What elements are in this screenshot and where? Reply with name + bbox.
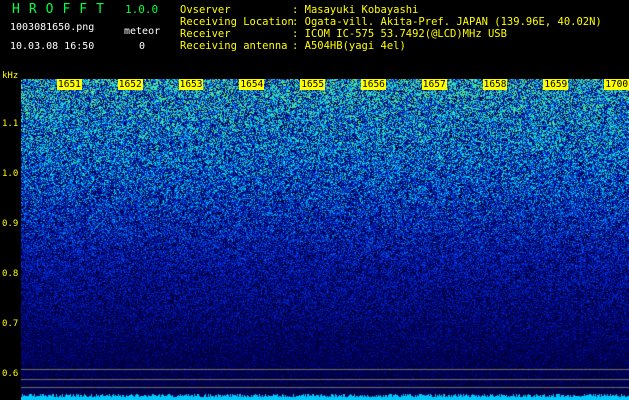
meteor-label: meteor: [124, 26, 161, 37]
spectrogram-canvas: [21, 79, 629, 400]
frequency-tick-label: 0.9: [2, 219, 19, 229]
location-value: : Ogata-vill. Akita-Pref. JAPAN (139.96E…: [292, 16, 602, 28]
header-panel: HROFFT 1.0.0 1003081650.png 10.03.08 16:…: [0, 0, 629, 78]
receiver-key: Receiver: [180, 28, 231, 40]
version-label: 1.0.0: [125, 3, 159, 16]
datetime-label: 10.03.08 16:50: [10, 41, 95, 52]
time-tick-label: 1651: [57, 79, 82, 90]
time-tick-label: 1658: [482, 79, 508, 90]
antenna-key: Receiving antenna: [180, 40, 288, 52]
time-tick-label: 1654: [239, 79, 265, 90]
time-tick-label: 1655: [300, 79, 326, 90]
time-tick-label: 1652: [117, 79, 143, 90]
frequency-tick-label: 1.1: [2, 119, 19, 129]
time-tick-label: 1653: [178, 79, 204, 90]
frequency-tick-label: 0.7: [2, 319, 19, 329]
time-tick-label: 1659: [543, 79, 569, 90]
time-tick-label: 1657: [421, 79, 447, 90]
frequency-unit-label: kHz: [2, 71, 19, 81]
meteor-count: 0: [139, 41, 146, 52]
observer-value: : Masayuki Kobayashi: [292, 4, 419, 16]
antenna-value: : A504HB(yagi 4el): [292, 40, 406, 52]
location-key: Receiving Location: [180, 16, 294, 28]
frequency-tick-label: 0.6: [2, 369, 19, 379]
filename-label: 1003081650.png: [10, 22, 95, 33]
observer-key: Ovserver: [180, 4, 231, 16]
time-tick-label: 1656: [361, 79, 386, 90]
app-title: HROFFT: [12, 2, 113, 17]
frequency-tick-label: 0.8: [2, 269, 19, 279]
receiver-value: : ICOM IC-575 53.7492(@LCD)MHz USB: [292, 28, 507, 40]
frequency-tick-label: 1.0: [2, 169, 19, 179]
time-tick-label: 1700: [604, 79, 629, 90]
